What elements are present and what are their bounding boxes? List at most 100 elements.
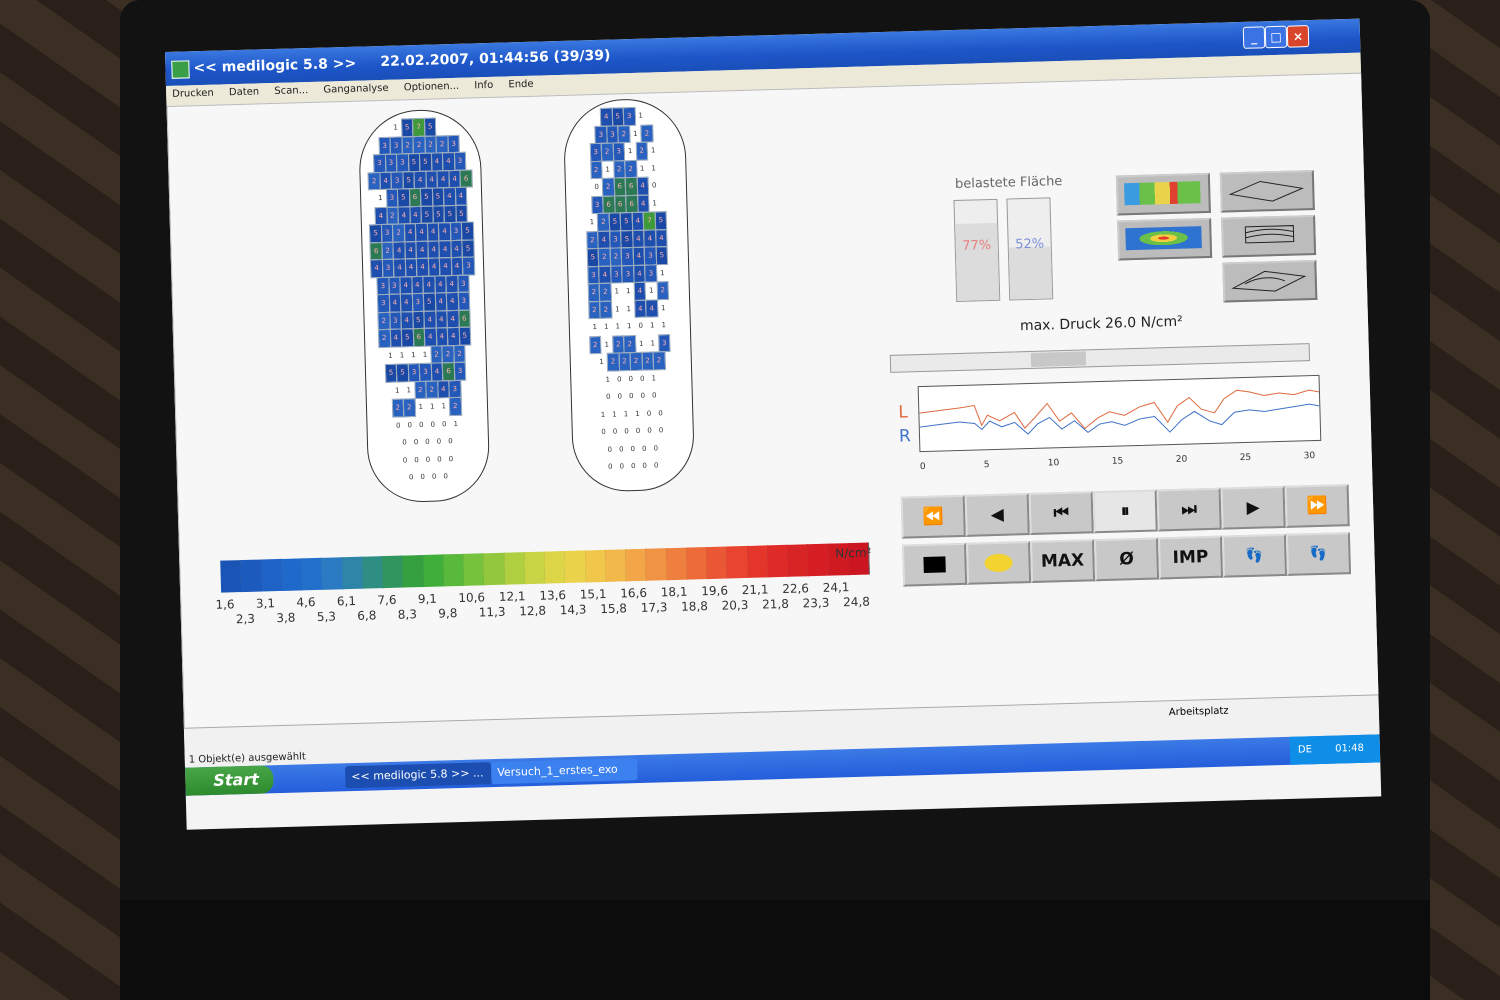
pressure-cell: 6	[457, 309, 471, 328]
pressure-cell: 1	[645, 282, 657, 300]
app-icon	[171, 60, 190, 79]
force-time-curves	[919, 389, 1320, 435]
frame-back-button[interactable]: ⏮	[1028, 491, 1094, 536]
pressure-cell: 0	[591, 178, 603, 196]
pressure-cell: 2	[612, 159, 626, 179]
pressure-cell: 0	[445, 450, 457, 468]
pressure-cell: 1	[632, 405, 644, 423]
menu-scan[interactable]: Scan...	[274, 85, 308, 97]
average-button[interactable]: Ø	[1093, 537, 1160, 582]
pressure-cell: 0	[415, 416, 427, 434]
pressure-cell: 4	[392, 240, 406, 260]
isobar-view-icon	[1125, 226, 1202, 251]
start-button[interactable]: Start	[184, 765, 274, 796]
task-versuch[interactable]: Versuch_1_erstes_exo	[490, 758, 638, 785]
color-scale-segment	[625, 548, 648, 582]
pressure-cell: 1	[374, 189, 386, 207]
stop-button[interactable]	[902, 542, 968, 587]
color-scale-segment	[564, 550, 587, 584]
max-button[interactable]: MAX	[1029, 539, 1096, 584]
pressure-cell: 1	[596, 353, 608, 371]
pressure-cell: 6	[369, 241, 383, 261]
menu-optionen[interactable]: Optionen...	[404, 81, 460, 94]
menu-info[interactable]: Info	[474, 80, 493, 92]
pressure-cell: 0	[644, 422, 655, 440]
graph-axis-tick: 10	[1047, 458, 1060, 469]
pressure-cell: 1	[648, 159, 660, 177]
isobar-view-button[interactable]	[1117, 217, 1213, 261]
pressure-cell: 4	[636, 176, 650, 196]
pressure-cell: 6	[412, 327, 426, 347]
pressure-cell: 2	[617, 124, 631, 144]
play-button[interactable]: ▶	[1220, 485, 1286, 530]
color-scale-tick: 1,6	[215, 597, 235, 612]
pressure-cell: 2	[609, 247, 623, 267]
timeline-slider[interactable]	[889, 343, 1311, 373]
pressure-cell: 1	[391, 382, 403, 399]
menu-drucken[interactable]: Drucken	[172, 88, 214, 100]
pressure-cell: 2	[600, 142, 614, 162]
3d-mesh-view-button[interactable]	[1222, 259, 1318, 303]
color-scale-segment	[726, 545, 749, 579]
pressure-cell: 4	[654, 228, 668, 248]
pressure-cell: 2	[588, 335, 602, 355]
pressure-cell: 0	[616, 458, 628, 476]
minimize-button[interactable]: _	[1242, 26, 1266, 49]
start-label: Start	[213, 769, 260, 790]
grid-view-button[interactable]	[1115, 172, 1211, 216]
language-indicator[interactable]: DE	[1298, 744, 1312, 755]
color-scale-tick: 24,8	[842, 594, 871, 610]
step-back-button[interactable]: ◀	[964, 493, 1030, 537]
task-medilogic[interactable]: << medilogic 5.8 >> ...	[345, 762, 492, 789]
left-foot-pressure-map: 1575332222333355443243544446135655444244…	[357, 108, 491, 504]
grid-view-icon	[1124, 181, 1201, 206]
pressure-cell: 2	[377, 328, 391, 348]
color-scale-tick: 19,6	[701, 583, 729, 599]
pressure-cell: 4	[434, 292, 448, 312]
pressure-cell: 2	[435, 134, 449, 154]
pressure-cell: 0	[598, 423, 610, 441]
pressure-cell: 3	[453, 151, 467, 171]
feet-off-button[interactable]: 👣	[1285, 532, 1352, 576]
pressure-cell: 0	[625, 370, 637, 388]
frame-forward-button[interactable]: ⏭	[1156, 487, 1222, 532]
pressure-cell: 0	[399, 434, 410, 452]
menu-ganganalyse[interactable]: Ganganalyse	[323, 83, 389, 96]
pressure-cell: 0	[650, 439, 662, 457]
menu-daten[interactable]: Daten	[229, 86, 260, 98]
pressure-cell: 0	[604, 441, 616, 458]
pressure-cell: 2	[596, 212, 610, 232]
timeline-slider-thumb[interactable]	[1030, 351, 1087, 367]
pressure-cell: 4	[433, 274, 447, 294]
record-button[interactable]	[966, 541, 1032, 585]
color-scale-segment	[382, 555, 405, 589]
pressure-cell: 4	[454, 186, 468, 206]
maximize-button[interactable]: □	[1264, 25, 1288, 49]
close-button[interactable]: ×	[1286, 25, 1310, 48]
menu-ende[interactable]: Ende	[508, 79, 533, 91]
feet-button[interactable]: 👣	[1221, 533, 1288, 578]
color-scale-segment	[584, 549, 607, 583]
color-scale-segment	[787, 544, 810, 577]
3d-lines-view-button[interactable]	[1221, 214, 1317, 258]
imp-button[interactable]: IMP	[1157, 535, 1224, 580]
3d-surface-view-button[interactable]	[1219, 169, 1315, 213]
color-scale-unit: N/cm²	[835, 545, 872, 561]
force-time-graph[interactable]	[917, 374, 1322, 453]
pressure-cell: 0	[643, 404, 655, 422]
rewind-fast-button[interactable]: ⏪	[900, 494, 966, 539]
pressure-cell: 3	[644, 263, 658, 283]
pressure-cell: 0	[637, 387, 649, 405]
pressure-cell: 5	[443, 204, 457, 224]
pressure-cell: 4	[400, 310, 414, 330]
pressure-cell: 4	[427, 239, 441, 259]
right-loaded-area-bar: 52%	[1006, 197, 1054, 301]
color-scale-tick: 17,3	[640, 600, 668, 615]
pressure-cell: 5	[608, 212, 622, 232]
color-scale-segment	[544, 551, 567, 584]
forward-fast-button[interactable]: ⏩	[1284, 484, 1350, 528]
pressure-cell: 4	[388, 293, 402, 313]
pressure-cell: 6	[625, 194, 639, 214]
pressure-cell: 5	[458, 326, 472, 346]
pause-button[interactable]: ⏸	[1092, 489, 1158, 534]
